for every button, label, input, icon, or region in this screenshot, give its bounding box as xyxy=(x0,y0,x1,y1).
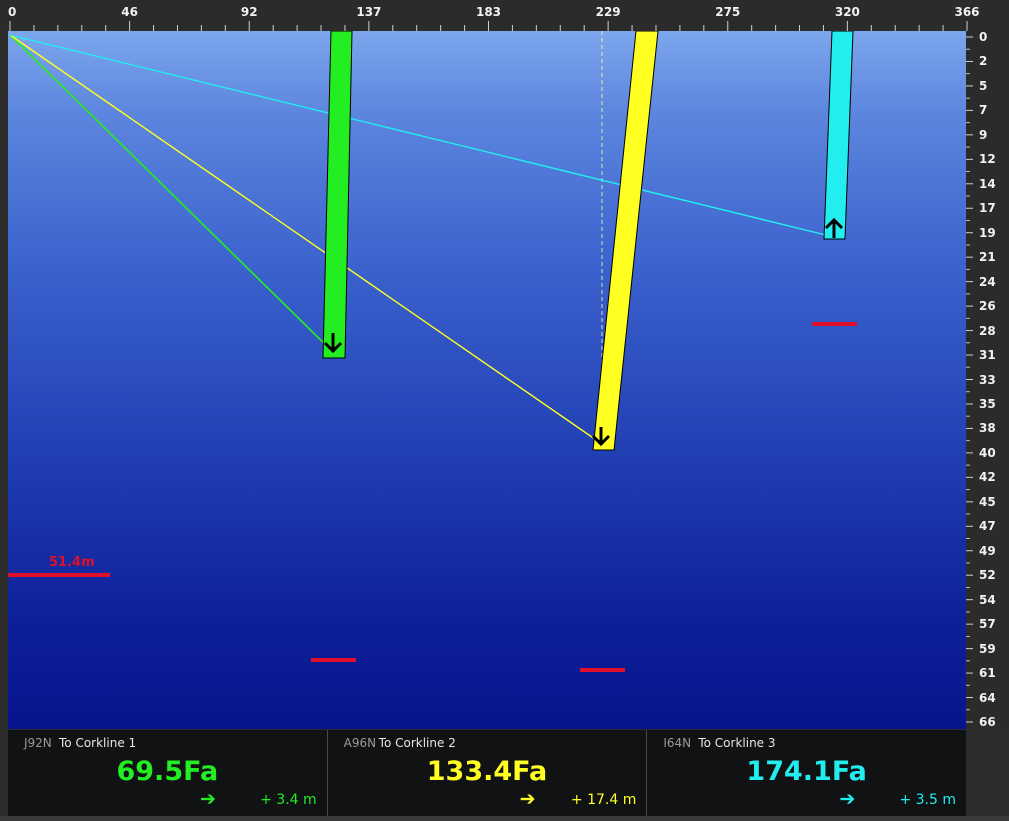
tow-line-cyan xyxy=(9,34,839,239)
top-axis-label: 46 xyxy=(121,5,138,19)
depth-axis-label: 35 xyxy=(979,396,996,411)
net-bar-cyan xyxy=(823,31,854,240)
sensor-value: 133.4Fa xyxy=(426,756,548,787)
net-bar-green xyxy=(322,31,353,359)
tow-line-yellow xyxy=(9,34,603,445)
depth-axis-label: 24 xyxy=(979,274,996,289)
arrow-right-icon: ➔ xyxy=(839,788,856,810)
depth-axis-label: 28 xyxy=(979,323,996,338)
sensor-code: J92N xyxy=(24,736,52,750)
sensor-code: I64N xyxy=(663,736,692,750)
sensor-panel-1[interactable]: J92N To Corkline 1 69.5Fa ➔ + 3.4 m xyxy=(8,730,328,816)
sensor-name: To Corkline 1 xyxy=(59,736,137,750)
sensor-delta: + 3.5 m xyxy=(899,792,957,808)
depth-axis-label: 0 xyxy=(979,30,988,44)
sensor-panel-2[interactable]: A96N To Corkline 2 133.4Fa ➔ + 17.4 m xyxy=(327,730,648,816)
sensor-panel-3[interactable]: I64N To Corkline 3 174.1Fa ➔ + 3.5 m xyxy=(647,730,967,816)
depth-axis-label: 7 xyxy=(979,103,988,118)
top-axis-label: 92 xyxy=(240,5,258,19)
net-bar-yellow xyxy=(592,31,659,451)
depth-marker-label: 51.4m xyxy=(49,555,95,570)
depth-axis-label: 14 xyxy=(979,176,996,191)
tow-line-green xyxy=(9,34,337,356)
depth-axis-label: 9 xyxy=(979,127,988,142)
depth-axis-label: 45 xyxy=(979,494,996,509)
top-axis-label: 229 xyxy=(595,5,621,19)
top-axis-label: 320 xyxy=(834,5,860,19)
top-axis-label: 0 xyxy=(8,5,17,19)
depth-axis-label: 19 xyxy=(979,225,996,240)
depth-plot[interactable]: 51.4m xyxy=(8,31,966,729)
top-distance-ruler: 0 46 92 137 183 229 275 320 366 xyxy=(0,0,1009,31)
depth-axis-label: 64 xyxy=(979,690,996,705)
depth-axis-label: 61 xyxy=(979,666,996,681)
depth-axis-label: 66 xyxy=(979,715,996,729)
depth-axis-label: 5 xyxy=(979,78,988,93)
top-axis-label: 366 xyxy=(954,5,980,19)
sensor-delta: + 17.4 m xyxy=(570,792,637,808)
sensor-name: To Corkline 2 xyxy=(378,736,456,750)
depth-axis-label: 47 xyxy=(979,519,996,534)
top-axis-label: 137 xyxy=(356,5,382,19)
top-axis-label: 183 xyxy=(475,5,502,19)
depth-axis-label: 38 xyxy=(979,421,996,436)
sensor-name: To Corkline 3 xyxy=(698,736,776,750)
depth-axis-label: 40 xyxy=(979,445,996,460)
depth-axis-label: 52 xyxy=(979,568,996,583)
depth-axis-label: 31 xyxy=(979,348,996,363)
sensor-value: 69.5Fa xyxy=(116,756,219,787)
sensor-value: 174.1Fa xyxy=(746,756,867,787)
depth-axis-label: 54 xyxy=(979,592,996,607)
sensor-delta: + 3.4 m xyxy=(260,792,317,808)
sensor-panels: J92N To Corkline 1 69.5Fa ➔ + 3.4 m A96N… xyxy=(8,730,967,816)
sensor-code: A96N xyxy=(343,736,377,750)
sonar-view: 0 46 92 137 183 229 275 320 366 51.4m 0 … xyxy=(0,0,1009,821)
depth-axis-label: 2 xyxy=(979,54,988,69)
depth-axis-label: 17 xyxy=(979,201,996,216)
depth-axis-label: 42 xyxy=(979,470,996,485)
plot-graphics xyxy=(8,31,857,672)
depth-axis-label: 59 xyxy=(979,641,996,656)
depth-axis-label: 49 xyxy=(979,543,996,558)
depth-axis-label: 33 xyxy=(979,372,996,387)
depth-axis-label: 12 xyxy=(979,152,996,167)
bottom-strip xyxy=(0,816,1009,821)
top-axis-label: 275 xyxy=(715,5,741,19)
right-depth-ruler: 0 2 5 7 9 12 14 17 19 21 24 26 28 31 33 35 38 40 42 45 47 49 5… xyxy=(966,30,1009,729)
depth-axis-label: 57 xyxy=(979,617,996,632)
depth-axis-label: 21 xyxy=(979,250,996,265)
arrow-right-icon: ➔ xyxy=(519,788,536,810)
arrow-right-icon: ➔ xyxy=(200,788,216,810)
depth-axis-label: 26 xyxy=(979,299,996,314)
